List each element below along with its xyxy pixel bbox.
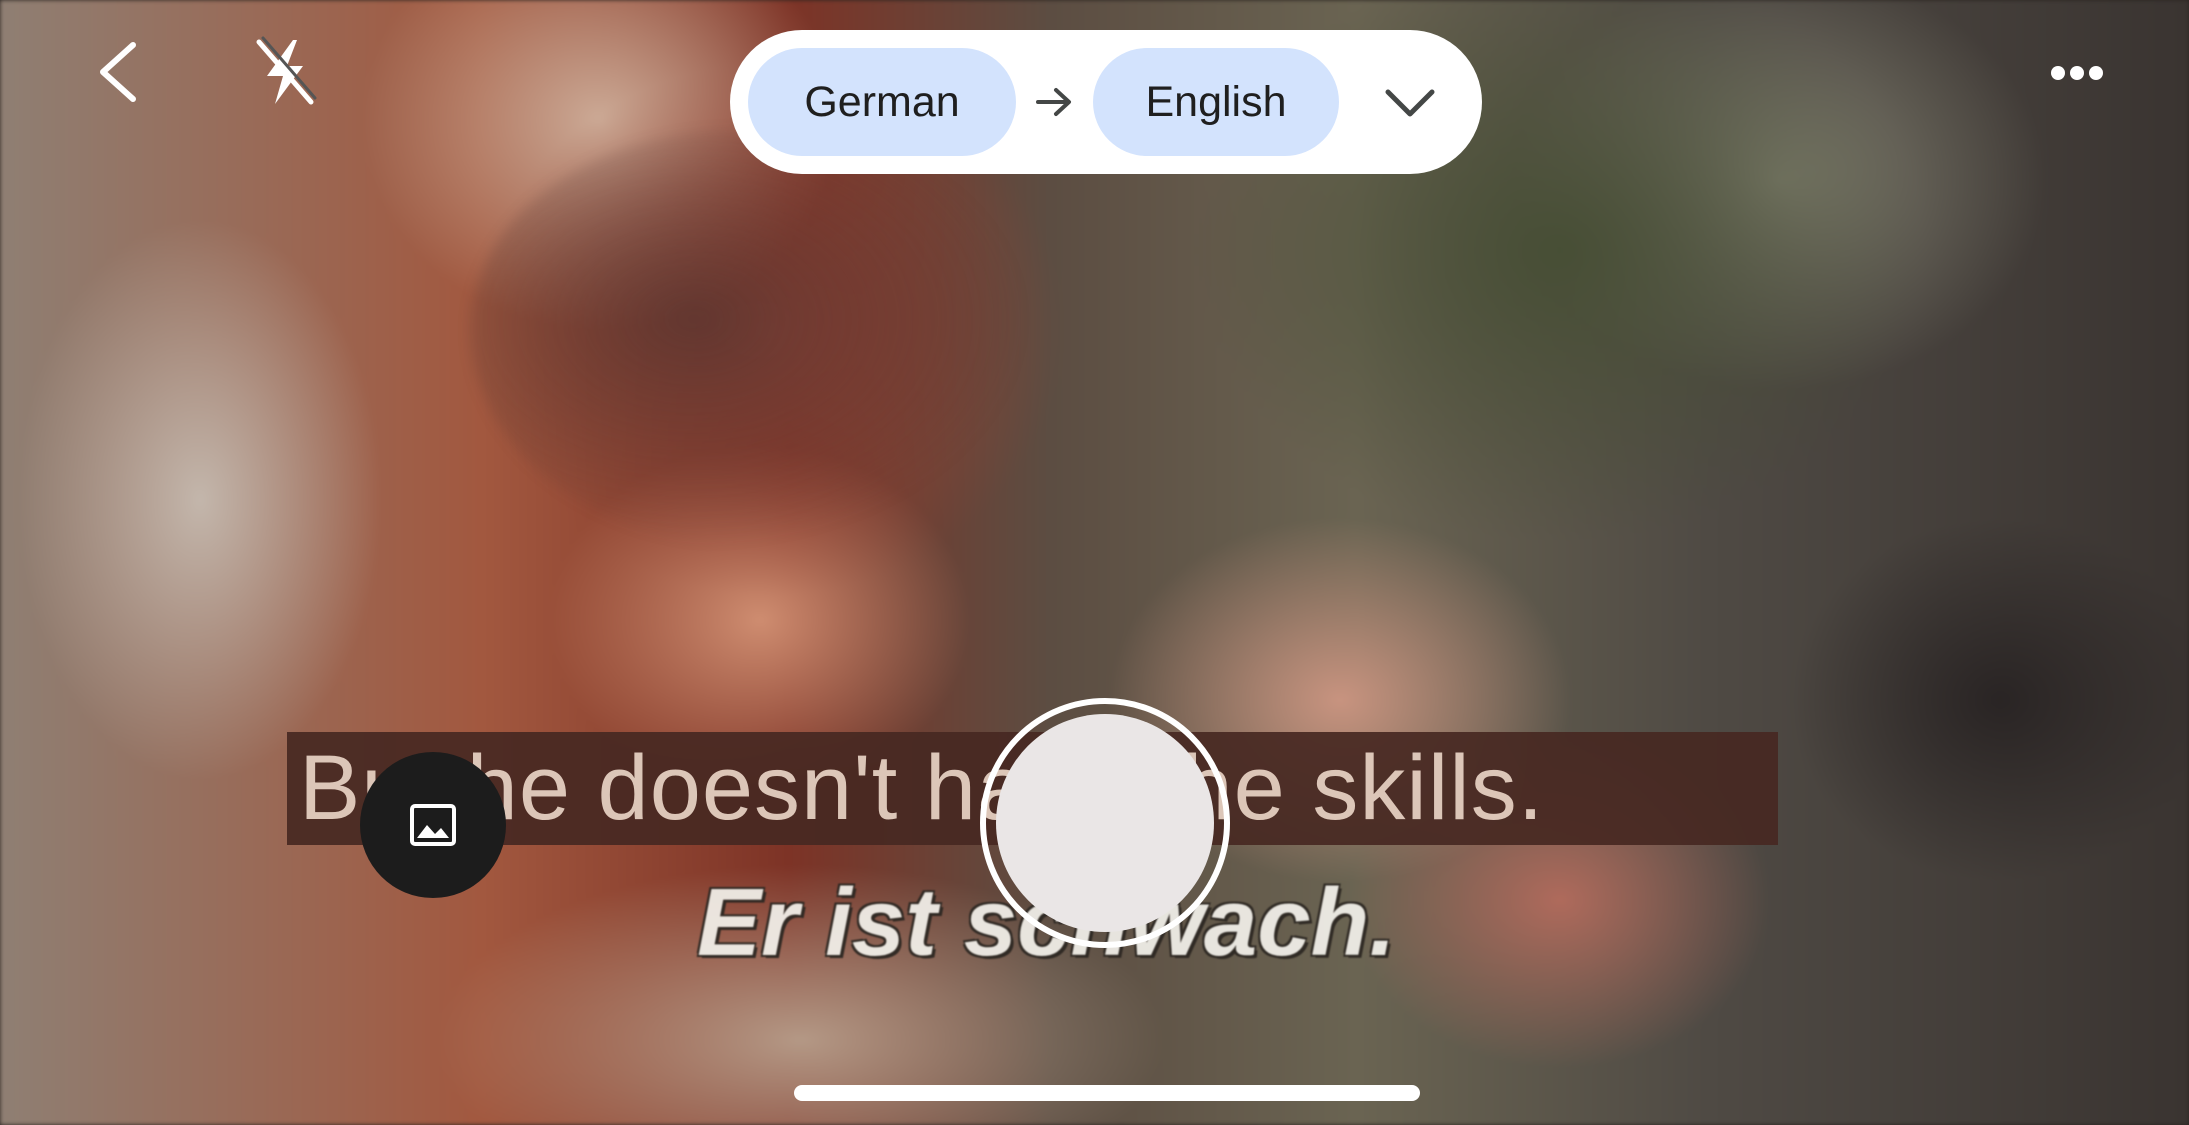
back-button[interactable] [82, 32, 152, 112]
target-language-chip[interactable]: English [1093, 48, 1339, 156]
more-options-button[interactable] [2040, 40, 2114, 106]
source-language-chip[interactable]: German [748, 48, 1016, 156]
flash-off-icon [256, 36, 317, 105]
gallery-import-button[interactable] [360, 752, 506, 898]
home-indicator[interactable] [794, 1085, 1420, 1101]
more-horizontal-icon [2051, 66, 2103, 80]
shutter-button-inner [996, 714, 1214, 932]
source-language-label: German [804, 77, 960, 126]
language-selector: German English [730, 30, 1482, 174]
arrow-right-icon [1030, 78, 1078, 126]
target-language-label: English [1145, 77, 1287, 126]
chevron-down-icon [1385, 89, 1435, 117]
flash-toggle-button[interactable] [245, 32, 325, 112]
image-icon [410, 804, 456, 846]
camera-translate-screen: German English Er ist schwach. But he do… [0, 0, 2189, 1125]
language-dropdown-button[interactable] [1370, 64, 1450, 140]
shutter-button[interactable] [980, 698, 1230, 948]
chevron-left-icon [100, 42, 136, 102]
